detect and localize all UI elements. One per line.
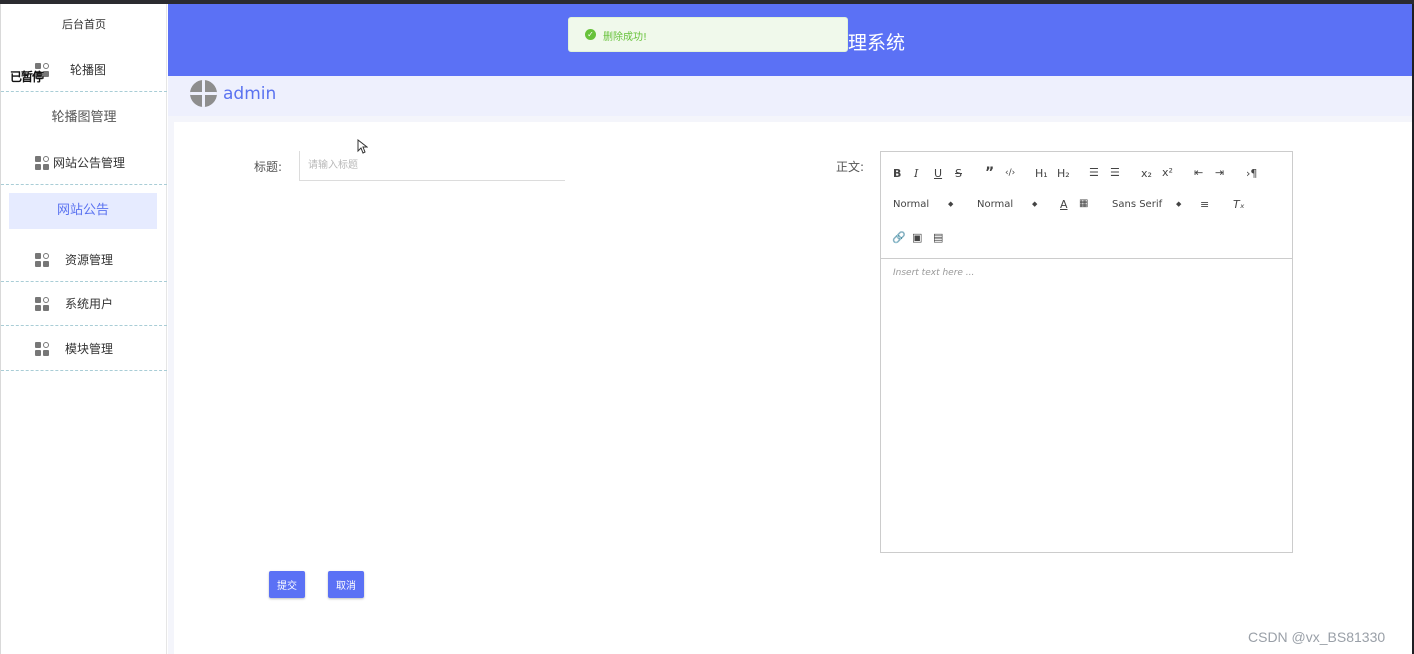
user-bar: admin <box>168 76 1412 116</box>
check-circle-icon: ✓ <box>585 29 596 40</box>
select-arrow-icon: ◆ <box>1176 200 1182 208</box>
indent-icon[interactable]: ⇥ <box>1215 166 1224 179</box>
align-icon[interactable]: ≡ <box>1200 198 1209 211</box>
paused-overlay-text: 已暂停 <box>10 70 44 84</box>
strike-icon[interactable]: S <box>955 167 962 180</box>
sidebar-item-label: 系统用户 <box>65 297 114 311</box>
editor-toolbar: B I U S ” ‹/› H₁ H₂ ☰ ☰ x₂ x² ⇤ ⇥ ›¶ Nor… <box>881 152 1292 259</box>
title-input[interactable] <box>299 151 565 181</box>
sidebar-item-resources[interactable]: 资源管理 <box>1 238 167 282</box>
background-color-icon[interactable]: ▦ <box>1079 198 1088 209</box>
clear-format-icon[interactable]: Tₓ <box>1233 198 1245 211</box>
link-icon[interactable]: 🔗 <box>892 231 906 244</box>
sidebar-item-label: 资源管理 <box>65 253 114 267</box>
grid-icon <box>35 156 49 170</box>
editor-placeholder[interactable]: Insert text here ... <box>893 268 974 278</box>
title-label: 标题: <box>254 160 283 174</box>
sidebar: 后台首页 轮播图 已暂停 轮播图管理 网站公告管理 网站公告 资源管理 系统用户… <box>0 4 167 654</box>
font-select[interactable]: Sans Serif ◆ <box>1112 199 1181 210</box>
mouse-cursor-icon <box>357 139 368 154</box>
sidebar-home[interactable]: 后台首页 <box>1 16 167 32</box>
italic-icon[interactable]: I <box>914 167 918 180</box>
grid-icon <box>35 297 49 311</box>
ordered-list-icon[interactable]: ☰ <box>1089 166 1099 179</box>
sidebar-item-notice-manage[interactable]: 网站公告管理 <box>1 141 167 185</box>
watermark: CSDN @vx_BS81330 <box>1248 629 1386 645</box>
font-select-value: Sans Serif <box>1112 199 1163 210</box>
sidebar-item-label: 轮播图 <box>70 63 107 77</box>
sidebar-item-system-users[interactable]: 系统用户 <box>1 282 167 326</box>
body-label: 正文: <box>836 160 865 174</box>
size-select-value: Normal <box>977 199 1014 210</box>
text-color-icon[interactable]: A <box>1060 198 1068 211</box>
success-toast: ✓ 删除成功! <box>568 17 848 52</box>
outdent-icon[interactable]: ⇤ <box>1194 166 1203 179</box>
select-arrow-icon: ◆ <box>1032 200 1038 208</box>
video-icon[interactable]: ▤ <box>933 231 943 244</box>
avatar[interactable] <box>190 80 217 107</box>
sidebar-sub-carousel-manage[interactable]: 轮播图管理 <box>1 106 167 125</box>
username: admin <box>223 84 277 104</box>
subscript-icon[interactable]: x₂ <box>1141 167 1152 180</box>
underline-icon[interactable]: U <box>934 167 942 180</box>
image-icon[interactable]: ▣ <box>912 231 922 244</box>
grid-icon <box>35 342 49 356</box>
bullet-list-icon[interactable]: ☰ <box>1110 166 1120 179</box>
bold-icon[interactable]: B <box>893 167 901 180</box>
h2-icon[interactable]: H₂ <box>1057 167 1070 180</box>
sidebar-sub-label: 网站公告 <box>56 203 109 218</box>
sidebar-item-label: 网站公告管理 <box>53 156 126 170</box>
cancel-button[interactable]: 取消 <box>328 571 364 598</box>
h1-icon[interactable]: H₁ <box>1035 167 1048 180</box>
grid-icon <box>35 253 49 267</box>
blockquote-icon[interactable]: ” <box>985 165 994 181</box>
toast-message: 删除成功! <box>603 32 648 43</box>
text-direction-icon[interactable]: ›¶ <box>1246 167 1257 180</box>
code-icon[interactable]: ‹/› <box>1005 168 1015 178</box>
rich-text-editor: B I U S ” ‹/› H₁ H₂ ☰ ☰ x₂ x² ⇤ ⇥ ›¶ Nor… <box>880 151 1293 553</box>
sidebar-item-modules[interactable]: 模块管理 <box>1 327 167 371</box>
sidebar-item-label: 模块管理 <box>65 342 114 356</box>
size-select[interactable]: Normal ◆ <box>977 199 1037 210</box>
submit-button[interactable]: 提交 <box>269 571 305 598</box>
superscript-icon[interactable]: x² <box>1162 166 1173 179</box>
sidebar-sub-notice[interactable]: 网站公告 <box>9 193 157 229</box>
header-select-value: Normal <box>893 199 930 210</box>
select-arrow-icon: ◆ <box>948 200 954 208</box>
page-title: 理系统 <box>848 32 906 54</box>
header-select[interactable]: Normal ◆ <box>893 199 953 210</box>
